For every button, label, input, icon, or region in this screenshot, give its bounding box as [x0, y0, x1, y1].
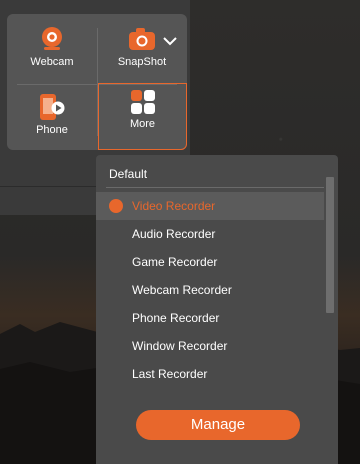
menu-item-phone-recorder[interactable]: Phone Recorder — [96, 304, 324, 332]
dropdown-scrollbar[interactable] — [326, 177, 334, 313]
phone-mode-button[interactable]: Phone — [7, 82, 97, 150]
phone-icon — [38, 94, 66, 120]
phone-mode-label: Phone — [36, 124, 68, 136]
snapshot-mode-button[interactable]: SnapShot — [97, 14, 187, 82]
menu-item-video-recorder[interactable]: Video Recorder — [96, 192, 324, 220]
dropdown-section-title: Default — [109, 167, 148, 181]
menu-item-game-recorder[interactable]: Game Recorder — [96, 248, 324, 276]
menu-item-label: Audio Recorder — [132, 227, 216, 241]
menu-item-window-recorder[interactable]: Window Recorder — [96, 332, 324, 360]
menu-item-audio-recorder[interactable]: Audio Recorder — [96, 220, 324, 248]
menu-item-last-recorder[interactable]: Last Recorder — [96, 360, 324, 388]
chevron-down-icon[interactable] — [161, 34, 179, 48]
grid-icon — [130, 89, 156, 115]
manage-button[interactable]: Manage — [136, 410, 300, 440]
more-mode-button[interactable]: More — [98, 83, 187, 150]
menu-item-label: Window Recorder — [132, 339, 228, 353]
menu-item-label: Video Recorder — [132, 199, 216, 213]
more-mode-label: More — [129, 118, 156, 130]
menu-item-webcam-recorder[interactable]: Webcam Recorder — [96, 276, 324, 304]
snapshot-mode-label: SnapShot — [117, 56, 167, 68]
menu-item-label: Webcam Recorder — [132, 283, 232, 297]
recorder-dropdown-menu: Default Video Recorder Audio Recorder Ga… — [96, 155, 338, 464]
dropdown-divider — [106, 187, 324, 188]
webcam-mode-button[interactable]: Webcam — [7, 14, 97, 82]
webcam-mode-label: Webcam — [30, 56, 74, 68]
panel-divider — [0, 186, 96, 187]
selected-dot-icon — [109, 199, 123, 213]
webcam-icon — [40, 26, 64, 52]
recording-mode-card: Webcam SnapShot Phone More — [7, 14, 187, 150]
menu-item-label: Game Recorder — [132, 255, 218, 269]
recorder-list: Video Recorder Audio Recorder Game Recor… — [96, 192, 324, 388]
menu-item-label: Phone Recorder — [132, 311, 220, 325]
camera-icon — [128, 26, 156, 52]
menu-item-label: Last Recorder — [132, 367, 208, 381]
